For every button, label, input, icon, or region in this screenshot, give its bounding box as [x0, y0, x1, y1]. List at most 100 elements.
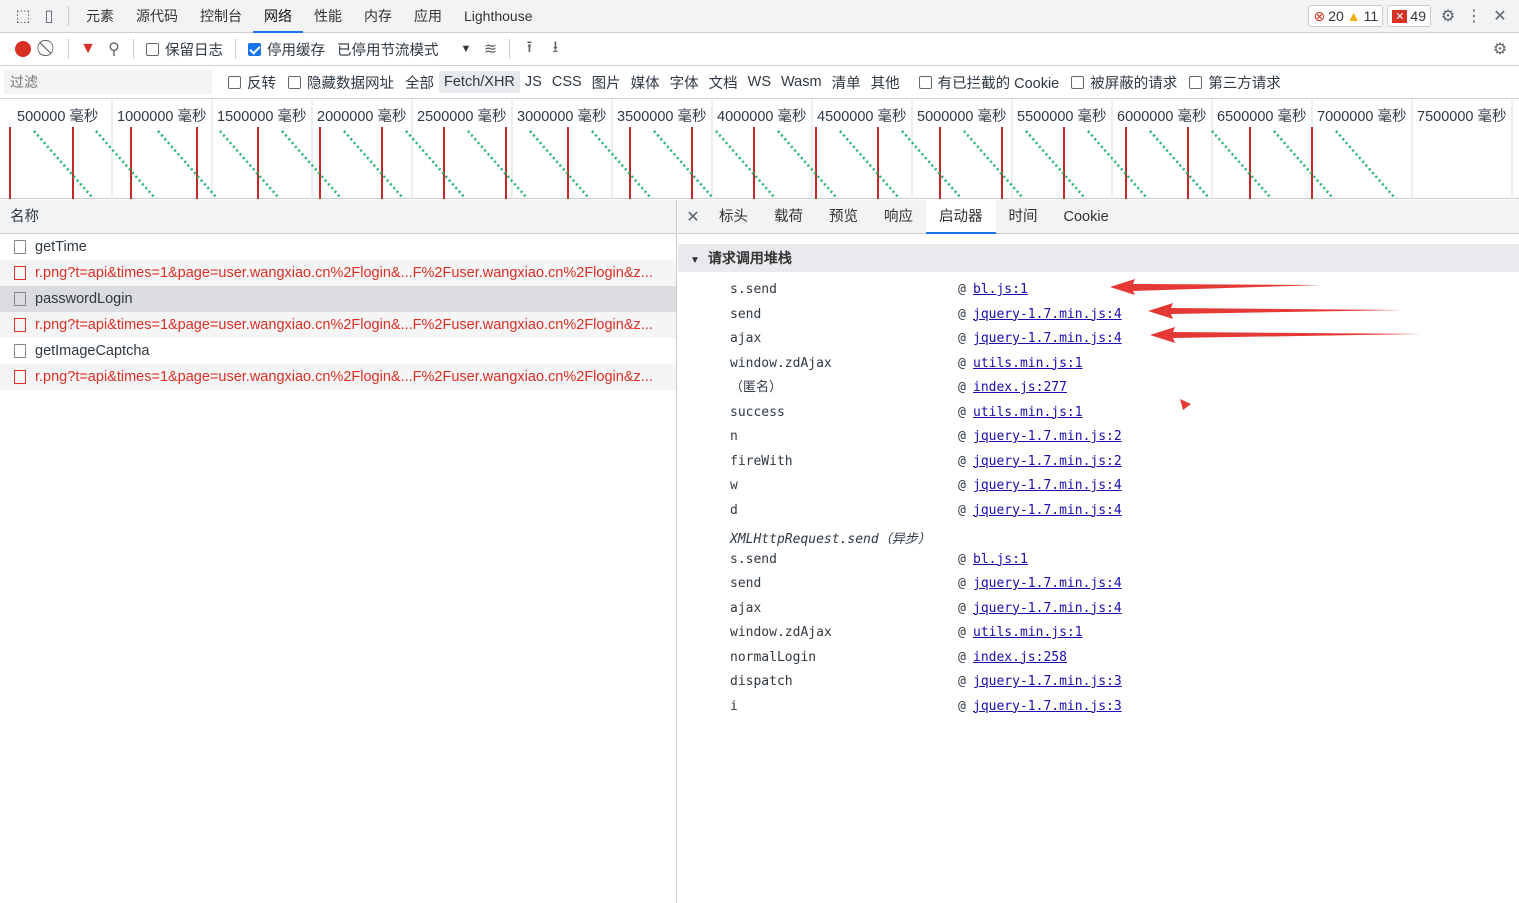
source-link[interactable]: jquery-1.7.min.js:4: [973, 329, 1122, 349]
details-tab[interactable]: 时间: [996, 200, 1051, 234]
search-icon[interactable]: ⚲: [101, 36, 127, 62]
filter-input[interactable]: [4, 70, 212, 94]
device-toolbar-icon[interactable]: ▯: [36, 3, 62, 29]
topbar-right: ⊗ 20 ▲ 11 ✕ 49 ⚙ ⋮ ✕: [1308, 3, 1519, 29]
throttling-select[interactable]: 已停用节流模式 ▼: [337, 39, 471, 60]
type-filter-button[interactable]: 其他: [866, 72, 905, 93]
timeline-tick-label: 4500000 毫秒: [817, 109, 907, 125]
disable-cache-checkbox[interactable]: 停用缓存: [248, 39, 325, 60]
type-filter-button[interactable]: CSS: [547, 74, 587, 90]
panel-tab[interactable]: 元素: [75, 0, 125, 33]
source-link[interactable]: bl.js:1: [973, 550, 1028, 570]
source-link[interactable]: jquery-1.7.min.js:4: [973, 574, 1122, 594]
hide-data-urls-checkbox[interactable]: 隐藏数据网址: [288, 72, 394, 93]
request-row[interactable]: r.png?t=api&times=1&page=user.wangxiao.c…: [0, 260, 676, 286]
source-link[interactable]: jquery-1.7.min.js:4: [973, 476, 1122, 496]
name-column-label: 名称: [10, 209, 39, 225]
source-link[interactable]: jquery-1.7.min.js:2: [973, 452, 1122, 472]
file-icon: [14, 318, 26, 332]
source-link[interactable]: index.js:258: [973, 648, 1067, 668]
request-row[interactable]: passwordLogin: [0, 286, 676, 312]
close-devtools-icon[interactable]: ✕: [1487, 3, 1513, 29]
timeline-tick-label: 1500000 毫秒: [217, 109, 307, 125]
filter-funnel-icon[interactable]: ▼: [75, 36, 101, 62]
panel-tab[interactable]: 性能: [303, 0, 353, 33]
name-column-header[interactable]: 名称: [0, 200, 676, 234]
function-name: w: [730, 478, 738, 493]
source-link[interactable]: bl.js:1: [973, 280, 1028, 300]
issues-counter[interactable]: ⊗ 20 ▲ 11: [1308, 5, 1384, 27]
source-link[interactable]: utils.min.js:1: [973, 354, 1083, 374]
filter-bar: 反转 隐藏数据网址 全部Fetch/XHRJSCSS图片媒体字体文档WSWasm…: [0, 66, 1519, 99]
panel-tab[interactable]: 应用: [403, 0, 453, 33]
request-row[interactable]: getTime: [0, 234, 676, 260]
record-button[interactable]: [10, 36, 36, 62]
traffic-dots: [1273, 130, 1333, 198]
type-filter-button[interactable]: 文档: [704, 72, 743, 93]
checkbox-box: [1071, 75, 1085, 89]
source-link[interactable]: index.js:277: [973, 378, 1067, 398]
traffic-dots: [1025, 130, 1085, 198]
invert-checkbox[interactable]: 反转: [228, 72, 276, 93]
type-filter-button[interactable]: 清单: [827, 72, 866, 93]
issues-badge[interactable]: ✕ 49: [1387, 5, 1431, 27]
source-link[interactable]: utils.min.js:1: [973, 403, 1083, 423]
request-name: getTime: [35, 239, 87, 255]
details-tab[interactable]: 响应: [871, 200, 926, 234]
export-har-icon[interactable]: ⭳: [542, 36, 568, 62]
type-filter-button[interactable]: JS: [520, 74, 547, 90]
source-link[interactable]: jquery-1.7.min.js:4: [973, 599, 1122, 619]
call-stack-section-header[interactable]: ▼ 请求调用堆栈: [678, 244, 1519, 272]
blocked-requests-checkbox[interactable]: 被屏蔽的请求: [1071, 72, 1177, 93]
source-link[interactable]: jquery-1.7.min.js:4: [973, 501, 1122, 521]
details-tab[interactable]: 标头: [706, 200, 761, 234]
at-symbol: @: [958, 625, 966, 640]
network-conditions-icon[interactable]: ≋: [477, 36, 503, 62]
network-overview-timeline[interactable]: 500000 毫秒 1000000 毫秒 1500000 毫秒 2000000 毫秒 2…: [0, 99, 1519, 199]
preserve-log-label: 保留日志: [165, 42, 223, 59]
type-filter-button[interactable]: WS: [743, 74, 776, 90]
details-tab[interactable]: 载荷: [761, 200, 816, 234]
more-menu-icon[interactable]: ⋮: [1461, 3, 1487, 29]
request-row[interactable]: getImageCaptcha: [0, 338, 676, 364]
type-filter-button[interactable]: Fetch/XHR: [439, 71, 520, 93]
divider: [133, 39, 134, 59]
panel-tab[interactable]: 内存: [353, 0, 403, 33]
inspect-element-icon[interactable]: ⬚: [10, 3, 36, 29]
source-link[interactable]: jquery-1.7.min.js:3: [973, 697, 1122, 717]
request-row[interactable]: r.png?t=api&times=1&page=user.wangxiao.c…: [0, 364, 676, 390]
source-link[interactable]: jquery-1.7.min.js:2: [973, 427, 1122, 447]
at-symbol: @: [958, 282, 966, 297]
details-tab[interactable]: Cookie: [1051, 200, 1122, 234]
source-link[interactable]: utils.min.js:1: [973, 623, 1083, 643]
request-name: r.png?t=api&times=1&page=user.wangxiao.c…: [35, 317, 653, 333]
import-har-icon[interactable]: ⭱: [516, 36, 542, 62]
type-filter-button[interactable]: 图片: [587, 72, 626, 93]
type-filter-button[interactable]: 媒体: [626, 72, 665, 93]
network-settings-gear-icon[interactable]: ⚙: [1487, 36, 1513, 62]
type-filter-button[interactable]: 全部: [400, 72, 439, 93]
request-row[interactable]: r.png?t=api&times=1&page=user.wangxiao.c…: [0, 312, 676, 338]
panel-tab[interactable]: 网络: [253, 0, 303, 33]
details-tab[interactable]: 预览: [816, 200, 871, 234]
function-name: send: [730, 306, 762, 322]
type-filter-button[interactable]: 字体: [665, 72, 704, 93]
third-party-checkbox[interactable]: 第三方请求: [1189, 72, 1281, 93]
at-symbol: @: [958, 355, 966, 371]
at-symbol: @: [958, 502, 966, 518]
source-link[interactable]: jquery-1.7.min.js:4: [973, 305, 1122, 325]
type-filter-button[interactable]: Wasm: [776, 74, 827, 90]
request-details-pane: ✕ 标头 载荷 预览 响应 启动器 时间 Cookie ▼ 请求调用堆栈 s.send @ bl.…: [678, 199, 1519, 903]
panel-tab[interactable]: 控制台: [189, 0, 253, 33]
panel-tab[interactable]: 源代码: [125, 0, 189, 33]
network-toolbar: ⃠ ▼ ⚲ 保留日志 停用缓存 已停用节流模式 ▼ ≋ ⭱ ⭳ ⚙: [0, 33, 1519, 66]
preserve-log-checkbox[interactable]: 保留日志: [146, 39, 223, 60]
close-details-icon[interactable]: ✕: [680, 204, 706, 230]
details-tab[interactable]: 启动器: [926, 199, 996, 234]
blocked-cookies-checkbox[interactable]: 有已拦截的 Cookie: [918, 72, 1059, 93]
checkbox-box-checked: [248, 42, 261, 56]
settings-gear-icon[interactable]: ⚙: [1435, 3, 1461, 29]
clear-button[interactable]: ⃠: [36, 36, 62, 62]
source-link[interactable]: jquery-1.7.min.js:3: [973, 672, 1122, 692]
panel-tab[interactable]: Lighthouse: [453, 0, 544, 33]
